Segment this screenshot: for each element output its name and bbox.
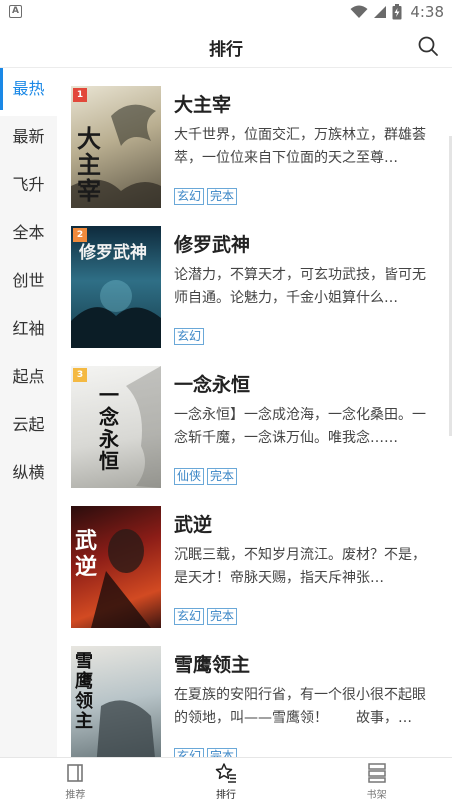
tag-genre: 玄幻 — [174, 188, 205, 205]
book-description: 在夏族的安阳行省，有一个很小很不起眼的领地，叫——雪鹰领！ 故事，… — [174, 687, 426, 726]
cover-title: 雪鹰领主 — [75, 651, 93, 732]
rank-badge: 3 — [73, 368, 87, 382]
sidebar-item-yunqi[interactable]: 云起 — [0, 404, 57, 452]
book-title[interactable]: 雪鹰领主 — [174, 650, 250, 677]
search-icon[interactable] — [417, 35, 439, 57]
tab-label: 书架 — [366, 790, 387, 801]
list-item[interactable]: 武逆 武逆 沉眠三载，不知岁月流江。废材？不是，是天才！帝脉天赐，指天斥神张… … — [71, 506, 446, 630]
book-title[interactable]: 武逆 — [174, 510, 212, 537]
tag-status: 完本 — [207, 188, 238, 205]
book-list: 1 大主宰 大主宰 大千世界，位面交汇，万族林立，群雄荟萃，一位位来自下位面的天… — [57, 68, 452, 758]
book-description: 大千世界，位面交汇，万族林立，群雄荟萃，一位位来自下位面的天之至尊… — [174, 127, 426, 166]
status-time: 4:38 — [410, 3, 444, 21]
tab-ranking[interactable]: 排行 — [151, 758, 302, 802]
list-item[interactable]: 1 大主宰 大主宰 大千世界，位面交汇，万族林立，群雄荟萃，一位位来自下位面的天… — [71, 86, 446, 210]
book-cover[interactable]: 1 大主宰 — [71, 86, 161, 208]
header: 排行 — [0, 24, 452, 68]
sidebar-item-newest[interactable]: 最新 — [0, 116, 57, 164]
book-cover[interactable]: 2 修罗武神 — [71, 226, 161, 348]
book-description: 沉眠三载，不知岁月流江。废材？不是，是天才！帝脉天赐，指天斥神张… — [174, 547, 426, 586]
status-bar: A 4:38 — [0, 0, 452, 24]
tab-label: 推荐 — [65, 790, 86, 801]
book-tags: 玄幻 — [174, 328, 205, 345]
tab-recommend[interactable]: 推荐 — [0, 758, 151, 802]
book-tags: 玄幻 完本 — [174, 608, 238, 625]
tab-label: 排行 — [216, 790, 236, 801]
book-tags: 仙侠 完本 — [174, 468, 238, 485]
book-cover[interactable]: 武逆 — [71, 506, 161, 628]
status-icons: 4:38 — [350, 3, 444, 21]
tag-status: 完本 — [207, 608, 238, 625]
book-description: 一念永恒】一念成沧海，一念化桑田。一念斩千魔，一念诛万仙。唯我念…… — [174, 407, 426, 446]
sidebar-item-feisheng[interactable]: 飞升 — [0, 164, 57, 212]
tag-status: 完本 — [207, 468, 238, 485]
sidebar-item-chuangshi[interactable]: 创世 — [0, 260, 57, 308]
wifi-icon — [350, 5, 368, 18]
book-icon — [67, 764, 84, 782]
bookshelf-icon — [367, 763, 386, 783]
battery-icon — [392, 4, 402, 20]
book-tags: 玄幻 完本 — [174, 188, 238, 205]
tag-genre: 玄幻 — [174, 608, 205, 625]
cell-signal-icon — [374, 6, 387, 18]
list-item[interactable]: 2 修罗武神 修罗武神 论潜力，不算天才，可玄功武技，皆可无师自通。论魅力，千金… — [71, 226, 446, 350]
list-item[interactable]: 3 一念永恒 一念永恒 一念永恒】一念成沧海，一念化桑田。一念斩千魔，一念诛万仙… — [71, 366, 446, 490]
cover-title: 武逆 — [75, 528, 98, 580]
sidebar-item-hongxiu[interactable]: 红袖 — [0, 308, 57, 356]
list-item[interactable]: 雪鹰领主 雪鹰领主 在夏族的安阳行省，有一个很小很不起眼的领地，叫——雪鹰领！ … — [71, 646, 446, 758]
cover-title: 修罗武神 — [79, 243, 147, 263]
book-title[interactable]: 修罗武神 — [174, 230, 250, 257]
tab-bookshelf[interactable]: 书架 — [301, 758, 452, 802]
sidebar-item-completed[interactable]: 全本 — [0, 212, 57, 260]
sidebar-item-qidian[interactable]: 起点 — [0, 356, 57, 404]
book-cover[interactable]: 3 一念永恒 — [71, 366, 161, 488]
rank-badge: 1 — [73, 88, 87, 102]
cover-title: 一念永恒 — [99, 383, 119, 473]
bottom-tab-bar: 推荐 排行 书架 — [0, 757, 452, 802]
app-notification-icon: A — [9, 5, 22, 18]
page-title: 排行 — [209, 40, 243, 60]
book-cover[interactable]: 雪鹰领主 — [71, 646, 161, 758]
sidebar-item-zongheng[interactable]: 纵横 — [0, 452, 57, 500]
book-title[interactable]: 一念永恒 — [174, 370, 250, 397]
cover-title: 大主宰 — [77, 124, 101, 205]
ranking-star-icon — [215, 763, 236, 783]
book-description: 论潜力，不算天才，可玄功武技，皆可无师自通。论魅力，千金小姐算什么… — [174, 267, 426, 306]
sidebar-item-hottest[interactable]: 最热 — [0, 68, 57, 116]
category-sidebar: 最热 最新 飞升 全本 创世 红袖 起点 云起 纵横 — [0, 68, 57, 758]
tag-genre: 玄幻 — [174, 328, 205, 345]
tag-genre: 仙侠 — [174, 468, 205, 485]
book-title[interactable]: 大主宰 — [174, 90, 231, 117]
